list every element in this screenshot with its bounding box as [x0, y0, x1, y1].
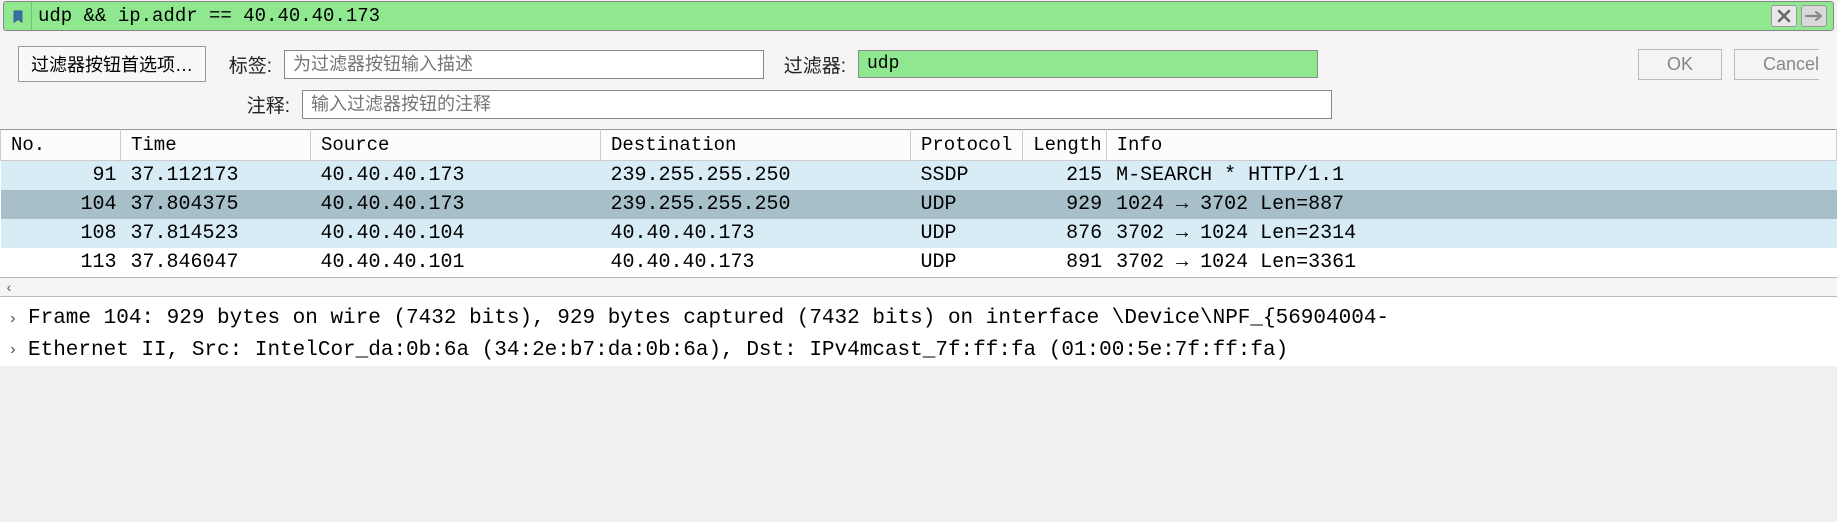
detail-text: Ethernet II, Src: IntelCor_da:0b:6a (34:… — [28, 335, 1288, 367]
cell-time: 37.814523 — [121, 219, 311, 248]
filter-button-toolbar: 过滤器按钮首选项… 标签: 过滤器: OK Cancel 注释: — [0, 32, 1837, 129]
cell-time: 37.804375 — [121, 190, 311, 219]
display-filter-bar — [3, 1, 1834, 31]
cell-protocol: UDP — [911, 190, 1023, 219]
tag-input[interactable] — [284, 50, 764, 79]
cell-time: 37.112173 — [121, 161, 311, 191]
cell-info: 3702 → 1024 Len=2314 — [1106, 219, 1836, 248]
label-tag: 标签: — [218, 51, 272, 78]
ok-button[interactable]: OK — [1638, 49, 1722, 80]
apply-filter-button[interactable] — [1801, 5, 1827, 27]
scroll-left-icon: ‹ — [2, 280, 16, 294]
col-header-info[interactable]: Info — [1106, 130, 1836, 161]
cell-length: 929 — [1023, 190, 1106, 219]
filter-button-prefs-button[interactable]: 过滤器按钮首选项… — [18, 46, 206, 82]
col-header-destination[interactable]: Destination — [601, 130, 911, 161]
cell-length: 215 — [1023, 161, 1106, 191]
cell-info: 1024 → 3702 Len=887 — [1106, 190, 1836, 219]
cell-protocol: UDP — [911, 219, 1023, 248]
cell-no: 91 — [1, 161, 121, 191]
cell-destination: 40.40.40.173 — [601, 219, 911, 248]
clear-filter-button[interactable] — [1771, 5, 1797, 27]
expander-icon[interactable]: › — [8, 338, 22, 362]
label-comment: 注释: — [236, 91, 290, 118]
detail-text: Frame 104: 929 bytes on wire (7432 bits)… — [28, 303, 1389, 335]
cell-destination: 40.40.40.173 — [601, 248, 911, 277]
cell-time: 37.846047 — [121, 248, 311, 277]
col-header-length[interactable]: Length — [1023, 130, 1106, 161]
cell-protocol: SSDP — [911, 161, 1023, 191]
cell-info: M-SEARCH * HTTP/1.1 — [1106, 161, 1836, 191]
packet-list-hscrollbar[interactable]: ‹ — [0, 277, 1837, 297]
table-row[interactable]: 9137.11217340.40.40.173239.255.255.250SS… — [1, 161, 1837, 191]
cell-length: 876 — [1023, 219, 1106, 248]
table-row[interactable]: 11337.84604740.40.40.10140.40.40.173UDP8… — [1, 248, 1837, 277]
cell-no: 104 — [1, 190, 121, 219]
cell-destination: 239.255.255.250 — [601, 190, 911, 219]
cell-length: 891 — [1023, 248, 1106, 277]
cell-no: 113 — [1, 248, 121, 277]
cell-destination: 239.255.255.250 — [601, 161, 911, 191]
bookmark-icon[interactable] — [4, 2, 32, 30]
detail-ethernet-line[interactable]: › Ethernet II, Src: IntelCor_da:0b:6a (3… — [8, 335, 1829, 367]
cell-info: 3702 → 1024 Len=3361 — [1106, 248, 1836, 277]
cell-source: 40.40.40.173 — [311, 161, 601, 191]
comment-input[interactable] — [302, 90, 1332, 119]
label-filter: 过滤器: — [776, 51, 846, 78]
detail-frame-line[interactable]: › Frame 104: 929 bytes on wire (7432 bit… — [8, 303, 1829, 335]
packet-detail-pane: › Frame 104: 929 bytes on wire (7432 bit… — [0, 297, 1837, 366]
cell-no: 108 — [1, 219, 121, 248]
cell-source: 40.40.40.101 — [311, 248, 601, 277]
display-filter-input[interactable] — [32, 2, 1765, 30]
col-header-no[interactable]: No. — [1, 130, 121, 161]
col-header-time[interactable]: Time — [121, 130, 311, 161]
packet-list-table: No. Time Source Destination Protocol Len… — [0, 129, 1837, 277]
cell-source: 40.40.40.173 — [311, 190, 601, 219]
filter-value-input[interactable] — [858, 50, 1318, 78]
cell-protocol: UDP — [911, 248, 1023, 277]
col-header-protocol[interactable]: Protocol — [911, 130, 1023, 161]
col-header-source[interactable]: Source — [311, 130, 601, 161]
cancel-button[interactable]: Cancel — [1734, 49, 1819, 80]
table-row[interactable]: 10437.80437540.40.40.173239.255.255.250U… — [1, 190, 1837, 219]
table-row[interactable]: 10837.81452340.40.40.10440.40.40.173UDP8… — [1, 219, 1837, 248]
cell-source: 40.40.40.104 — [311, 219, 601, 248]
expander-icon[interactable]: › — [8, 307, 22, 331]
packet-list-header: No. Time Source Destination Protocol Len… — [1, 130, 1837, 161]
